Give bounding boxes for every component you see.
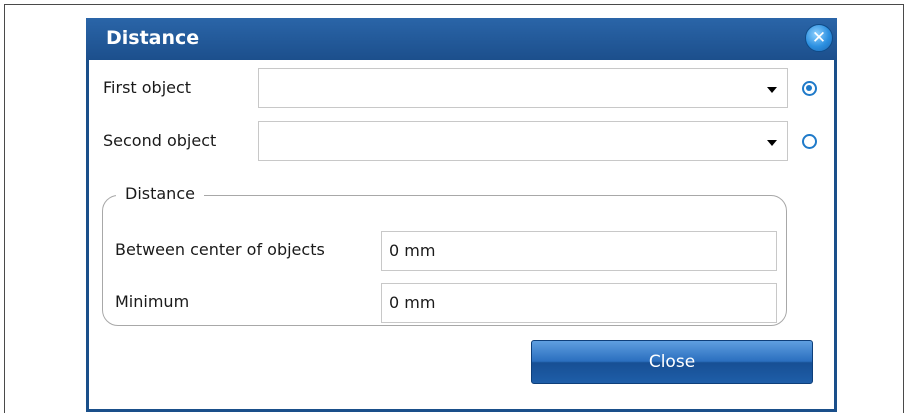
distance-group-legend: Distance <box>116 184 204 203</box>
second-object-dropdown[interactable] <box>258 121 788 161</box>
between-center-label: Between center of objects <box>115 240 325 259</box>
second-object-radio[interactable] <box>802 134 817 149</box>
chevron-down-icon[interactable] <box>767 140 777 146</box>
first-object-radio[interactable] <box>802 81 817 96</box>
close-button[interactable]: Close <box>531 340 813 384</box>
dialog-title: Distance <box>106 27 200 49</box>
first-object-dropdown[interactable] <box>258 68 788 108</box>
minimum-field[interactable]: 0 mm <box>381 283 777 323</box>
dialog-titlebar: Distance ✕ <box>86 18 837 60</box>
between-center-field[interactable]: 0 mm <box>381 231 777 271</box>
close-icon[interactable]: ✕ <box>805 24 833 52</box>
minimum-label: Minimum <box>115 292 190 311</box>
second-object-label: Second object <box>103 131 217 150</box>
distance-group: Distance Between center of objects 0 mm … <box>102 184 787 326</box>
chevron-down-icon[interactable] <box>767 87 777 93</box>
distance-dialog: Distance ✕ First object Second object Di… <box>86 18 837 412</box>
first-object-label: First object <box>103 78 192 97</box>
